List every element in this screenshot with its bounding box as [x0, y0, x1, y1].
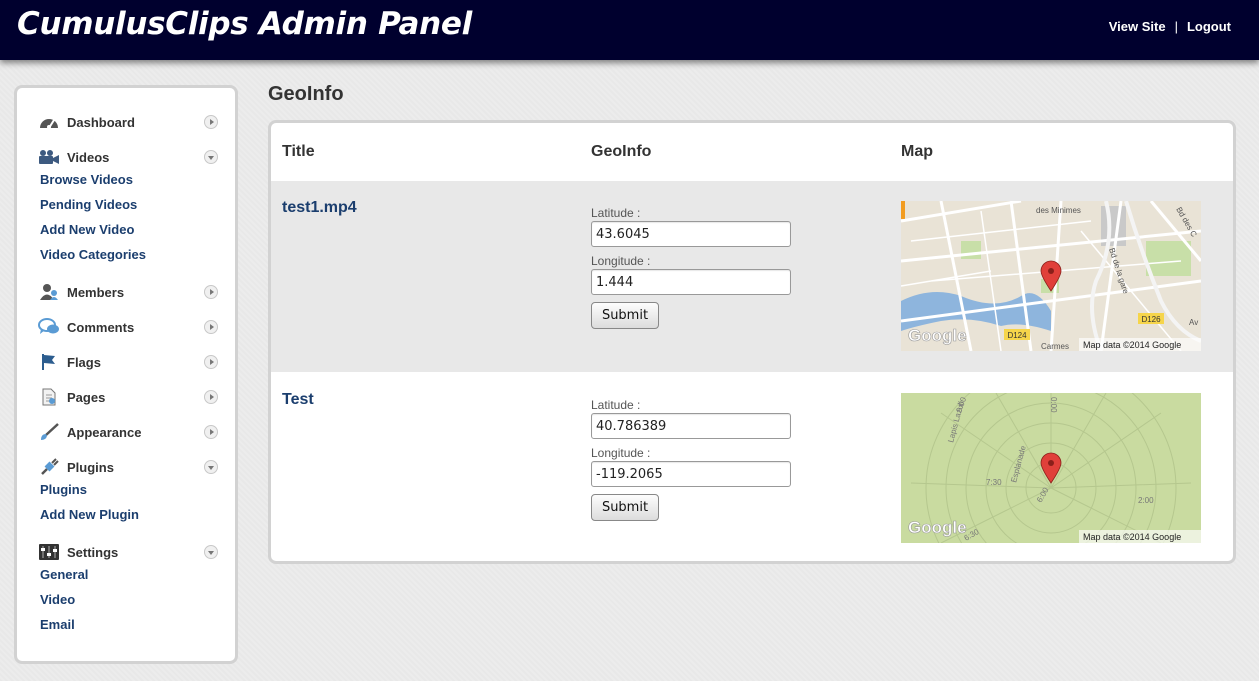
plugins-plug-icon	[38, 458, 60, 476]
sidebar-item-label: Flags	[67, 354, 101, 370]
sidebar-link-add-new-plugin[interactable]: Add New Plugin	[40, 502, 218, 527]
logout-link[interactable]: Logout	[1187, 19, 1231, 34]
sidebar-item-dashboard[interactable]: Dashboard	[38, 112, 218, 132]
sidebar-link-general[interactable]: General	[40, 562, 218, 587]
page-title: GeoInfo	[268, 83, 344, 105]
collapse-arrow-icon[interactable]	[204, 150, 218, 164]
video-title-link[interactable]: Test	[282, 391, 314, 409]
header-links: View Site | Logout	[1109, 19, 1231, 34]
expand-arrow-icon[interactable]	[204, 355, 218, 369]
latitude-label: Latitude :	[591, 206, 641, 220]
sidebar-section-members: Members	[38, 282, 218, 302]
map-thumbnail[interactable]: D124 D126 des Minimes Bd des C Bd de la …	[901, 201, 1201, 351]
sidebar-item-label: Videos	[67, 149, 110, 165]
geoinfo-table: Title GeoInfo Map test1.mp4 Latitude : L…	[268, 120, 1236, 564]
video-camera-icon	[38, 148, 60, 166]
map-street-label: des Minimes	[1036, 206, 1081, 215]
submit-button[interactable]: Submit	[591, 302, 659, 329]
street-map: D124 D126 des Minimes Bd des C Bd de la …	[901, 201, 1201, 351]
pages-document-icon	[38, 388, 60, 406]
sidebar-item-label: Appearance	[67, 424, 142, 440]
sidebar-item-label: Settings	[67, 544, 119, 560]
collapse-arrow-icon[interactable]	[204, 460, 218, 474]
google-logo: Google	[908, 518, 967, 537]
comments-bubble-icon	[38, 318, 60, 336]
longitude-label: Longitude :	[591, 254, 651, 268]
sidebar-section-flags: Flags	[38, 352, 218, 372]
sidebar-section-comments: Comments	[38, 317, 218, 337]
sidebar-link-video[interactable]: Video	[40, 587, 218, 612]
longitude-input[interactable]	[591, 269, 791, 295]
column-header-title: Title	[282, 143, 315, 160]
paintbrush-icon	[38, 423, 60, 441]
header-link-separator: |	[1174, 19, 1178, 34]
map-road-label: D126	[1141, 315, 1161, 324]
google-logo: Google	[908, 326, 967, 345]
map-street-label: Av	[1189, 318, 1198, 327]
videos-submenu: Browse Videos Pending Videos Add New Vid…	[38, 167, 218, 267]
sidebar-section-videos: Videos Browse Videos Pending Videos Add …	[38, 147, 218, 267]
sidebar-item-plugins[interactable]: Plugins	[38, 457, 218, 477]
plugins-submenu: Plugins Add New Plugin	[38, 477, 218, 527]
sidebar-item-appearance[interactable]: Appearance	[38, 422, 218, 442]
sidebar-item-members[interactable]: Members	[38, 282, 218, 302]
sidebar-item-label: Pages	[67, 389, 106, 405]
sidebar-link-video-categories[interactable]: Video Categories	[40, 242, 218, 267]
video-title-link[interactable]: test1.mp4	[282, 199, 357, 217]
table-row: Test Latitude : Longitude : Submit Lapis…	[271, 373, 1233, 561]
collapse-arrow-icon[interactable]	[204, 545, 218, 559]
map-street-label: Carmes	[1041, 342, 1069, 351]
view-site-link[interactable]: View Site	[1109, 19, 1166, 34]
sidebar-item-settings[interactable]: Settings	[38, 542, 218, 562]
flag-icon	[38, 353, 60, 371]
settings-submenu: General Video Email	[38, 562, 218, 637]
sidebar-section-pages: Pages	[38, 387, 218, 407]
map-street-label: 7:30	[986, 478, 1002, 487]
map-attribution: Map data ©2014 Google	[1083, 532, 1181, 542]
longitude-label: Longitude :	[591, 446, 651, 460]
latitude-input[interactable]	[591, 413, 791, 439]
settings-sliders-icon	[38, 543, 60, 561]
app-title: CumulusClips Admin Panel	[17, 6, 472, 42]
sidebar-item-label: Plugins	[67, 459, 114, 475]
map-attribution: Map data ©2014 Google	[1083, 340, 1181, 350]
sidebar-section-dashboard: Dashboard	[38, 112, 218, 132]
sidebar-item-videos[interactable]: Videos	[38, 147, 218, 167]
sidebar-item-label: Comments	[67, 319, 135, 335]
table-row: test1.mp4 Latitude : Longitude : Submit …	[271, 181, 1233, 372]
sidebar-section-settings: Settings General Video Email	[38, 542, 218, 637]
dashboard-gauge-icon	[38, 113, 60, 131]
sidebar-link-add-new-video[interactable]: Add New Video	[40, 217, 218, 242]
sidebar-item-pages[interactable]: Pages	[38, 387, 218, 407]
map-thumbnail[interactable]: Lapis Lazuli 9:00 0:00 Esplanade 7:30 6:…	[901, 393, 1201, 543]
sidebar-section-appearance: Appearance	[38, 422, 218, 442]
header-bar: CumulusClips Admin Panel View Site | Logou…	[0, 0, 1259, 60]
column-header-map: Map	[901, 143, 933, 160]
latitude-input[interactable]	[591, 221, 791, 247]
sidebar-section-plugins: Plugins Plugins Add New Plugin	[38, 457, 218, 527]
longitude-input[interactable]	[591, 461, 791, 487]
sidebar-item-comments[interactable]: Comments	[38, 317, 218, 337]
expand-arrow-icon[interactable]	[204, 425, 218, 439]
expand-arrow-icon[interactable]	[204, 390, 218, 404]
sidebar-item-label: Dashboard	[67, 114, 135, 130]
expand-arrow-icon[interactable]	[204, 115, 218, 129]
sidebar-item-label: Members	[67, 284, 125, 300]
expand-arrow-icon[interactable]	[204, 320, 218, 334]
members-icon	[38, 283, 60, 301]
sidebar-link-pending-videos[interactable]: Pending Videos	[40, 192, 218, 217]
map-street-label: 2:00	[1138, 496, 1154, 505]
sidebar-link-plugins[interactable]: Plugins	[40, 477, 218, 502]
map-road-label: D124	[1007, 331, 1027, 340]
sidebar-link-email[interactable]: Email	[40, 612, 218, 637]
latitude-label: Latitude :	[591, 398, 641, 412]
map-street-label: 0:00	[1049, 397, 1058, 413]
sidebar: Dashboard Videos Browse Videos Pending V…	[14, 85, 238, 664]
terrain-map: Lapis Lazuli 9:00 0:00 Esplanade 7:30 6:…	[901, 393, 1201, 543]
expand-arrow-icon[interactable]	[204, 285, 218, 299]
submit-button[interactable]: Submit	[591, 494, 659, 521]
sidebar-item-flags[interactable]: Flags	[38, 352, 218, 372]
column-header-geoinfo: GeoInfo	[591, 143, 652, 160]
sidebar-link-browse-videos[interactable]: Browse Videos	[40, 167, 218, 192]
